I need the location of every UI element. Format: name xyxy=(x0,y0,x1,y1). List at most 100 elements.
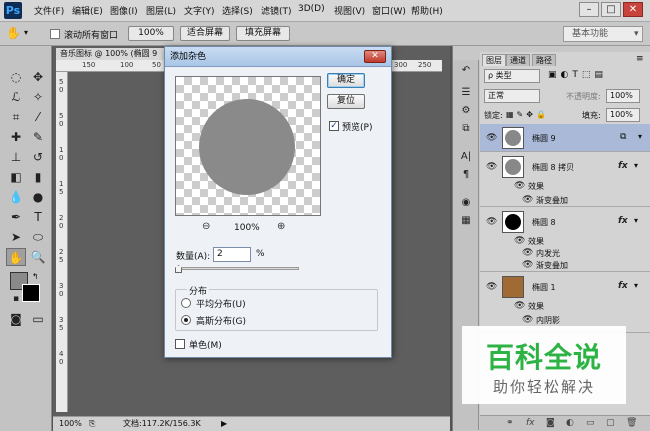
new-group-icon[interactable]: ▭ xyxy=(586,416,595,431)
marquee-tool-icon[interactable]: ◌ xyxy=(6,68,26,86)
character-panel-icon[interactable]: A| xyxy=(458,150,474,164)
blur-tool-icon[interactable]: 💧 xyxy=(6,188,26,206)
tab-layers[interactable]: 图层 xyxy=(482,54,506,66)
play-arrow-icon[interactable]: ▶ xyxy=(221,417,227,431)
ellipse-tool-icon[interactable]: ⬭ xyxy=(28,228,48,246)
status-zoom[interactable]: 100% xyxy=(59,417,82,431)
menu-filter[interactable]: 滤镜(T) xyxy=(261,4,292,17)
screen-mode-icon[interactable]: ▭ xyxy=(28,310,48,328)
lasso-tool-icon[interactable]: ℒ xyxy=(6,88,26,106)
swap-colors-icon[interactable]: ↰ xyxy=(32,272,39,281)
monochromatic-checkbox[interactable] xyxy=(175,339,185,349)
default-colors-icon[interactable]: ▪ xyxy=(6,290,26,308)
gradient-tool-icon[interactable]: ▮ xyxy=(28,168,48,186)
panel-menu-icon[interactable]: ≡ xyxy=(636,54,644,64)
scroll-all-windows-checkbox[interactable] xyxy=(50,29,60,39)
uniform-radio[interactable] xyxy=(181,298,191,308)
menu-layer[interactable]: 图层(L) xyxy=(146,4,176,17)
visibility-eye-icon[interactable]: 👁 xyxy=(522,315,533,325)
visibility-eye-icon[interactable]: 👁 xyxy=(514,236,525,246)
link-layers-icon[interactable]: ⚭ xyxy=(506,416,514,431)
properties-panel-icon[interactable]: ☰ xyxy=(458,86,474,100)
amount-input[interactable]: 2 xyxy=(213,247,251,262)
adjustments-panel-icon[interactable]: ⚙ xyxy=(458,104,474,118)
fx-icon[interactable]: fx xyxy=(618,281,628,291)
menu-window[interactable]: 窗口(W) xyxy=(372,4,406,17)
menu-image[interactable]: 图像(I) xyxy=(110,4,138,17)
filter-preview[interactable] xyxy=(175,76,321,216)
crop-tool-icon[interactable]: ⌗ xyxy=(6,108,26,126)
menu-help[interactable]: 帮助(H) xyxy=(411,4,443,17)
menu-type[interactable]: 文字(Y) xyxy=(184,4,215,17)
hand-tool-icon[interactable]: ✋ xyxy=(6,248,26,266)
layer-row[interactable]: 👁 椭圆 1 fx ▾ 👁 效果 👁 内阴影 xyxy=(480,273,650,333)
minimize-button[interactable]: – xyxy=(579,2,599,17)
menu-file[interactable]: 文件(F) xyxy=(34,4,64,17)
fill-input[interactable]: 100% xyxy=(606,108,640,122)
fit-screen-button[interactable]: 适合屏幕 xyxy=(180,26,230,41)
layer-row[interactable]: 👁 椭圆 8 拷贝 fx ▾ 👁 效果 👁 渐变叠加 xyxy=(480,153,650,207)
visibility-eye-icon[interactable]: 👁 xyxy=(522,248,533,258)
maximize-button[interactable]: □ xyxy=(601,2,621,17)
visibility-eye-icon[interactable]: 👁 xyxy=(522,195,533,205)
tab-channels[interactable]: 通道 xyxy=(506,54,530,66)
reset-button[interactable]: 复位 xyxy=(327,94,365,109)
new-layer-icon[interactable]: ▢ xyxy=(606,416,615,431)
move-tool-icon[interactable]: ✥ xyxy=(28,68,48,86)
clone-source-icon[interactable]: ⧉ xyxy=(458,122,474,136)
amount-slider[interactable] xyxy=(175,267,299,270)
trash-icon[interactable]: 🗑 xyxy=(626,416,637,431)
pen-tool-icon[interactable]: ✒ xyxy=(6,208,26,226)
visibility-eye-icon[interactable]: 👁 xyxy=(522,260,533,270)
swatches-panel-icon[interactable]: ▦ xyxy=(458,214,474,228)
zoom-tool-icon[interactable]: 🔍 xyxy=(28,248,48,266)
menu-select[interactable]: 选择(S) xyxy=(222,4,253,17)
workspace-select[interactable]: 基本功能 ▾ xyxy=(563,26,643,42)
fill-screen-button[interactable]: 填充屏幕 xyxy=(236,26,290,41)
kind-filter-select[interactable]: ρ 类型 xyxy=(484,69,540,83)
add-mask-icon[interactable]: ◙ xyxy=(546,416,555,431)
chevron-down-icon[interactable]: ▾ xyxy=(24,28,28,37)
dodge-tool-icon[interactable]: ● xyxy=(28,188,48,206)
fx-icon[interactable]: fx xyxy=(618,216,628,226)
brush-tool-icon[interactable]: ✎ xyxy=(28,128,48,146)
healing-brush-icon[interactable]: ✚ xyxy=(6,128,26,146)
ok-button[interactable]: 确定 xyxy=(327,73,365,88)
menu-edit[interactable]: 编辑(E) xyxy=(72,4,103,17)
layer-row[interactable]: 👁 椭圆 9 ⧉ ▾ xyxy=(480,124,650,152)
preview-checkbox[interactable]: ✓ xyxy=(329,121,339,131)
history-brush-icon[interactable]: ↺ xyxy=(28,148,48,166)
document-tab[interactable]: 音乐图标 @ 100% (椭圆 9 xyxy=(56,48,166,60)
eraser-tool-icon[interactable]: ◧ xyxy=(6,168,26,186)
zoom-100-button[interactable]: 100% xyxy=(128,26,174,41)
fx-icon[interactable]: fx xyxy=(618,161,628,171)
adjustment-layer-icon[interactable]: ◐ xyxy=(566,416,574,431)
visibility-eye-icon[interactable]: 👁 xyxy=(514,181,525,191)
quick-mask-icon[interactable]: ◙ xyxy=(6,310,26,328)
export-icon[interactable]: ⎘ xyxy=(89,417,95,431)
zoom-in-icon[interactable]: ⊕ xyxy=(277,221,285,232)
layer-row[interactable]: 👁 椭圆 8 fx ▾ 👁 效果 👁 内发光 👁 渐变叠加 xyxy=(480,208,650,272)
dialog-title[interactable]: 添加杂色 xyxy=(165,47,391,67)
magic-wand-icon[interactable]: ✧ xyxy=(28,88,48,106)
opacity-input[interactable]: 100% xyxy=(606,89,640,103)
visibility-eye-icon[interactable]: 👁 xyxy=(486,217,497,227)
chevron-down-icon[interactable]: ▾ xyxy=(634,216,638,225)
close-button[interactable]: ✕ xyxy=(623,2,643,17)
gaussian-radio[interactable] xyxy=(181,315,191,325)
chevron-down-icon[interactable]: ▾ xyxy=(634,281,638,290)
visibility-eye-icon[interactable]: 👁 xyxy=(514,301,525,311)
eyedropper-icon[interactable]: ⁄ xyxy=(28,108,48,126)
visibility-eye-icon[interactable]: 👁 xyxy=(486,133,497,143)
dialog-close-button[interactable]: ✕ xyxy=(364,50,386,63)
zoom-out-icon[interactable]: ⊖ xyxy=(202,221,210,232)
tab-paths[interactable]: 路径 xyxy=(532,54,556,66)
color-panel-icon[interactable]: ◉ xyxy=(458,196,474,210)
chevron-down-icon[interactable]: ▾ xyxy=(634,161,638,170)
path-selection-icon[interactable]: ➤ xyxy=(6,228,26,246)
visibility-eye-icon[interactable]: 👁 xyxy=(486,162,497,172)
clone-stamp-icon[interactable]: ⊥ xyxy=(6,148,26,166)
blend-mode-select[interactable]: 正常 xyxy=(484,89,540,103)
chevron-down-icon[interactable]: ▾ xyxy=(638,132,642,141)
add-style-icon[interactable]: fx xyxy=(526,416,535,431)
